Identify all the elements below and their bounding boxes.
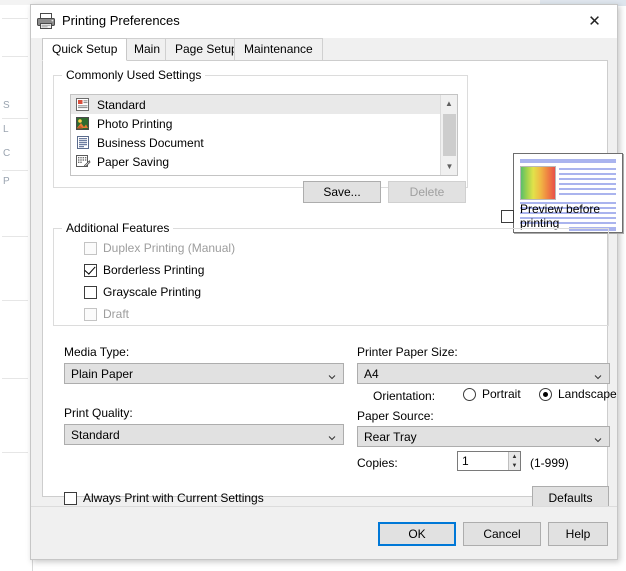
print-quality-value: Standard <box>71 428 120 442</box>
chevron-down-icon <box>328 370 336 378</box>
scrollbar-thumb[interactable] <box>443 114 456 156</box>
additional-features-title: Additional Features <box>62 221 173 235</box>
spin-down-icon[interactable]: ▼ <box>509 461 520 470</box>
ok-button[interactable]: OK <box>378 522 456 546</box>
standard-document-icon <box>75 97 91 112</box>
list-item[interactable]: Photo Printing <box>71 114 457 133</box>
list-item[interactable]: Paper Saving <box>71 152 457 171</box>
list-item-label: Business Document <box>97 136 204 150</box>
preview-before-printing-label: Preview before printing <box>520 202 607 230</box>
cancel-button[interactable]: Cancel <box>463 522 541 546</box>
paper-source-value: Rear Tray <box>364 430 417 444</box>
printer-paper-size-label: Printer Paper Size: <box>357 345 458 359</box>
orientation-landscape-radio[interactable]: Landscape <box>539 387 617 401</box>
orientation-portrait-radio[interactable]: Portrait <box>463 387 521 401</box>
borderless-printing-label: Borderless Printing <box>103 263 204 277</box>
tab-maintenance[interactable]: Maintenance <box>234 38 323 60</box>
commonly-used-settings-title: Commonly Used Settings <box>62 68 205 82</box>
dialog-footer: OK Cancel Help <box>31 506 617 559</box>
checkbox-box <box>64 492 77 505</box>
save-button[interactable]: Save... <box>303 181 381 203</box>
checkbox-box <box>84 242 97 255</box>
print-quality-combo[interactable]: Standard <box>64 424 344 445</box>
grayscale-printing-checkbox[interactable]: Grayscale Printing <box>84 285 201 299</box>
paper-source-label: Paper Source: <box>357 409 434 423</box>
media-type-combo[interactable]: Plain Paper <box>64 363 344 384</box>
spin-up-icon[interactable]: ▲ <box>509 452 520 461</box>
list-item-label: Standard <box>97 98 146 112</box>
media-type-label: Media Type: <box>64 345 129 359</box>
list-item-label: Envelope <box>97 174 147 177</box>
checkbox-box <box>84 308 97 321</box>
chevron-down-icon <box>594 370 602 378</box>
orientation-landscape-label: Landscape <box>558 387 617 401</box>
title-bar: Printing Preferences ✕ <box>31 5 617 38</box>
list-item-label: Photo Printing <box>97 117 172 131</box>
grayscale-printing-label: Grayscale Printing <box>103 285 201 299</box>
copies-spin-buttons[interactable]: ▲ ▼ <box>508 452 520 470</box>
commonly-used-settings-group: Commonly Used Settings Standard <box>53 75 468 188</box>
always-print-checkbox[interactable]: Always Print with Current Settings <box>64 491 264 505</box>
scroll-down-icon[interactable]: ▼ <box>441 158 458 175</box>
checkbox-box <box>84 264 97 277</box>
list-item[interactable]: Standard <box>71 95 457 114</box>
business-document-icon <box>75 135 91 150</box>
printer-paper-size-combo[interactable]: A4 <box>357 363 610 384</box>
tab-strip: Quick Setup Main Page Setup Maintenance <box>31 38 617 61</box>
close-icon[interactable]: ✕ <box>572 5 617 36</box>
window-title: Printing Preferences <box>62 13 180 28</box>
delete-button[interactable]: Delete <box>388 181 466 203</box>
preview-before-printing-checkbox[interactable]: Preview before printing <box>501 202 607 230</box>
scroll-up-icon[interactable]: ▲ <box>441 95 457 112</box>
orientation-portrait-label: Portrait <box>482 387 521 401</box>
additional-features-group: Additional Features Duplex Printing (Man… <box>53 228 609 326</box>
copies-range-hint: (1-999) <box>530 456 569 470</box>
orientation-label: Orientation: <box>373 389 435 403</box>
list-item[interactable]: Envelope <box>71 171 457 176</box>
radio-circle <box>463 388 476 401</box>
copies-stepper[interactable]: ▲ ▼ <box>457 451 521 471</box>
paper-saving-icon <box>75 154 91 169</box>
copies-label: Copies: <box>357 456 398 470</box>
list-scrollbar[interactable]: ▲ ▼ <box>440 95 457 175</box>
paper-source-combo[interactable]: Rear Tray <box>357 426 610 447</box>
commonly-used-settings-list[interactable]: Standard Photo Printing <box>70 94 458 176</box>
photo-icon <box>75 116 91 131</box>
radio-circle <box>539 388 552 401</box>
printer-paper-size-value: A4 <box>364 367 379 381</box>
list-item[interactable]: Business Document <box>71 133 457 152</box>
chevron-down-icon <box>594 433 602 441</box>
preview-image-block <box>520 166 556 200</box>
copies-input[interactable] <box>458 453 508 469</box>
tab-main[interactable]: Main <box>124 38 170 60</box>
printer-icon <box>36 12 56 30</box>
printing-preferences-dialog: Printing Preferences ✕ Quick Setup Main … <box>30 4 618 560</box>
tab-quick-setup[interactable]: Quick Setup <box>42 38 127 61</box>
print-quality-label: Print Quality: <box>64 406 133 420</box>
draft-label: Draft <box>103 307 129 321</box>
quick-setup-panel: Commonly Used Settings Standard <box>42 60 608 497</box>
media-type-value: Plain Paper <box>71 367 133 381</box>
always-print-label: Always Print with Current Settings <box>83 491 264 505</box>
help-button[interactable]: Help <box>548 522 608 546</box>
duplex-printing-checkbox[interactable]: Duplex Printing (Manual) <box>84 241 235 255</box>
duplex-printing-label: Duplex Printing (Manual) <box>103 241 235 255</box>
borderless-printing-checkbox[interactable]: Borderless Printing <box>84 263 204 277</box>
draft-checkbox[interactable]: Draft <box>84 307 129 321</box>
chevron-down-icon <box>328 431 336 439</box>
list-item-label: Paper Saving <box>97 155 169 169</box>
background-window: S L C P <box>0 0 33 571</box>
envelope-icon <box>75 173 91 176</box>
checkbox-box <box>501 210 514 223</box>
checkbox-box <box>84 286 97 299</box>
